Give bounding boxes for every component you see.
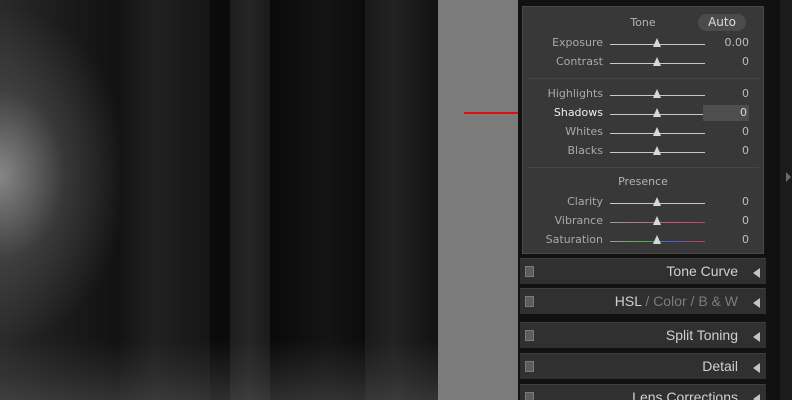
slider-row-shadows[interactable]: Shadows 0 (523, 105, 763, 121)
photo-floor (0, 340, 438, 400)
slider-row-contrast[interactable]: Contrast 0 (523, 54, 763, 70)
slider-thumb[interactable] (653, 89, 661, 98)
tab-hsl[interactable]: HSL (615, 293, 642, 309)
panel-switch-icon[interactable] (525, 392, 534, 400)
expand-triangle-icon[interactable] (753, 394, 760, 400)
slider-label: Clarity (567, 195, 603, 208)
section-split-toning[interactable]: Split Toning (520, 322, 766, 348)
slider-row-clarity[interactable]: Clarity 0 (523, 194, 763, 210)
slider-row-highlights[interactable]: Highlights 0 (523, 86, 763, 102)
section-title[interactable]: Tone Curve (666, 263, 738, 279)
slider-value[interactable]: 0 (705, 194, 749, 210)
slider-value[interactable]: 0 (705, 124, 749, 140)
panel-switch-icon[interactable] (525, 296, 534, 307)
panel-switch-icon[interactable] (525, 361, 534, 372)
slider-row-whites[interactable]: Whites 0 (523, 124, 763, 140)
slider-label: Contrast (555, 55, 603, 68)
slider-label: Saturation (545, 233, 603, 246)
slider-label: Exposure (552, 36, 603, 49)
slider-row-blacks[interactable]: Blacks 0 (523, 143, 763, 159)
slider-row-vibrance[interactable]: Vibrance 0 (523, 213, 763, 229)
basic-panel: Tone Auto Exposure 0.00 Contrast 0 Highl… (522, 6, 764, 254)
slider-label: Blacks (567, 144, 604, 157)
canvas-background (438, 0, 518, 400)
section-title: HSL / Color / B & W (615, 293, 738, 309)
tab-separator: / (690, 293, 695, 309)
slider-thumb[interactable] (653, 57, 661, 66)
panel-collapse-arrow-icon[interactable] (786, 172, 791, 182)
section-title[interactable]: Split Toning (666, 327, 738, 343)
expand-triangle-icon[interactable] (753, 298, 760, 308)
slider-label: Shadows (553, 106, 603, 119)
slider-value[interactable]: 0 (705, 232, 749, 248)
panel-switch-icon[interactable] (525, 266, 534, 277)
slider-thumb[interactable] (653, 197, 661, 206)
expand-triangle-icon[interactable] (753, 268, 760, 278)
divider (527, 78, 759, 79)
slider-label: Whites (565, 125, 603, 138)
section-detail[interactable]: Detail (520, 353, 766, 379)
slider-label: Highlights (547, 87, 603, 100)
photo-preview (0, 0, 438, 400)
slider-label: Vibrance (554, 214, 603, 227)
slider-thumb[interactable] (653, 38, 661, 47)
auto-tone-button[interactable]: Auto (698, 14, 746, 31)
section-title[interactable]: Detail (702, 358, 738, 374)
panel-switch-icon[interactable] (525, 330, 534, 341)
slider-thumb[interactable] (653, 216, 661, 225)
section-tone-curve[interactable]: Tone Curve (520, 258, 766, 284)
tab-bw[interactable]: B & W (698, 293, 738, 309)
slider-value[interactable]: 0 (703, 105, 749, 121)
slider-value[interactable]: 0.00 (705, 35, 750, 51)
slider-value[interactable]: 0 (705, 54, 749, 70)
slider-value[interactable]: 0 (705, 86, 749, 102)
section-hsl[interactable]: HSL / Color / B & W (520, 288, 766, 314)
expand-triangle-icon[interactable] (753, 332, 760, 342)
panel-edge-strip (780, 0, 792, 400)
presence-header: Presence (618, 175, 668, 188)
slider-thumb[interactable] (653, 127, 661, 136)
slider-thumb[interactable] (653, 108, 661, 117)
section-lens-corrections[interactable]: Lens Corrections (520, 384, 766, 400)
section-title[interactable]: Lens Corrections (632, 389, 738, 400)
slider-row-exposure[interactable]: Exposure 0.00 (523, 35, 763, 51)
tab-separator: / (645, 293, 650, 309)
slider-value[interactable]: 0 (705, 143, 749, 159)
tab-color[interactable]: Color (653, 293, 686, 309)
slider-thumb[interactable] (653, 235, 661, 244)
expand-triangle-icon[interactable] (753, 363, 760, 373)
divider (527, 167, 759, 168)
slider-row-saturation[interactable]: Saturation 0 (523, 232, 763, 248)
slider-thumb[interactable] (653, 146, 661, 155)
slider-value[interactable]: 0 (705, 213, 749, 229)
